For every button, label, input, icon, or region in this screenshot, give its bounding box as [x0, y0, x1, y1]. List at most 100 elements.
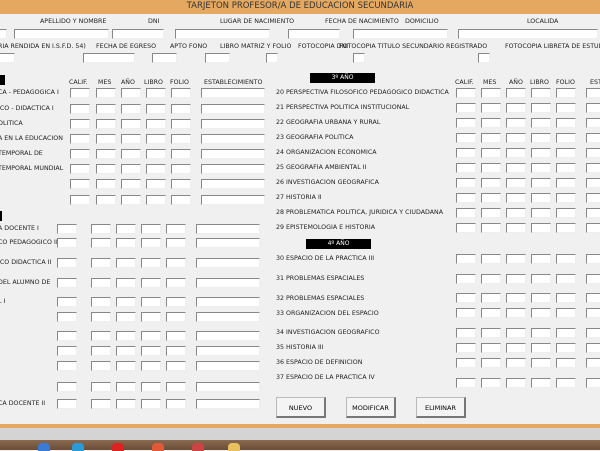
header-input[interactable] — [175, 29, 270, 39]
grade-input[interactable] — [91, 224, 111, 234]
grade-input[interactable] — [456, 103, 476, 113]
grade-input[interactable] — [116, 382, 136, 392]
grade-input[interactable] — [201, 88, 265, 98]
grade-input[interactable] — [481, 223, 501, 233]
grade-input[interactable] — [201, 179, 265, 189]
grade-input[interactable] — [171, 134, 191, 144]
grade-input[interactable] — [531, 223, 551, 233]
grade-input[interactable] — [506, 308, 526, 318]
grade-input[interactable] — [456, 254, 476, 264]
grade-input[interactable] — [556, 208, 576, 218]
grade-input[interactable] — [171, 164, 191, 174]
grade-input[interactable] — [506, 133, 526, 143]
grade-input[interactable] — [556, 328, 576, 338]
grade-input[interactable] — [481, 358, 501, 368]
grade-input[interactable] — [166, 399, 186, 409]
grade-input[interactable] — [556, 148, 576, 158]
grade-input[interactable] — [481, 148, 501, 158]
doc-input[interactable] — [152, 53, 177, 63]
grade-input[interactable] — [166, 346, 186, 356]
grade-input[interactable] — [70, 88, 90, 98]
grade-input[interactable] — [57, 382, 77, 392]
grade-input[interactable] — [586, 308, 600, 318]
grade-input[interactable] — [141, 346, 161, 356]
grade-input[interactable] — [201, 149, 265, 159]
grade-input[interactable] — [456, 328, 476, 338]
grade-input[interactable] — [121, 164, 141, 174]
grade-input[interactable] — [121, 195, 141, 205]
grade-input[interactable] — [141, 297, 161, 307]
grade-input[interactable] — [481, 178, 501, 188]
grade-input[interactable] — [96, 104, 116, 114]
grade-input[interactable] — [586, 378, 600, 388]
grade-input[interactable] — [481, 163, 501, 173]
grade-input[interactable] — [146, 195, 166, 205]
grade-input[interactable] — [70, 119, 90, 129]
grade-input[interactable] — [121, 179, 141, 189]
grade-input[interactable] — [456, 274, 476, 284]
grade-input[interactable] — [121, 149, 141, 159]
grade-input[interactable] — [196, 278, 260, 288]
grade-input[interactable] — [456, 223, 476, 233]
grade-input[interactable] — [91, 258, 111, 268]
grade-input[interactable] — [586, 254, 600, 264]
grade-input[interactable] — [91, 361, 111, 371]
grade-input[interactable] — [91, 238, 111, 248]
grade-input[interactable] — [456, 193, 476, 203]
grade-input[interactable] — [556, 178, 576, 188]
grade-input[interactable] — [456, 343, 476, 353]
grade-input[interactable] — [506, 103, 526, 113]
grade-input[interactable] — [481, 133, 501, 143]
grade-input[interactable] — [57, 399, 77, 409]
grade-input[interactable] — [531, 103, 551, 113]
grade-input[interactable] — [70, 164, 90, 174]
grade-input[interactable] — [586, 118, 600, 128]
grade-input[interactable] — [556, 254, 576, 264]
grade-input[interactable] — [91, 331, 111, 341]
grade-input[interactable] — [456, 148, 476, 158]
grade-input[interactable] — [586, 88, 600, 98]
grade-input[interactable] — [91, 346, 111, 356]
grade-input[interactable] — [481, 274, 501, 284]
grade-input[interactable] — [531, 308, 551, 318]
grade-input[interactable] — [531, 163, 551, 173]
grade-input[interactable] — [556, 308, 576, 318]
grade-input[interactable] — [556, 378, 576, 388]
grade-input[interactable] — [146, 134, 166, 144]
grade-input[interactable] — [57, 361, 77, 371]
grade-input[interactable] — [171, 88, 191, 98]
grade-input[interactable] — [456, 178, 476, 188]
doc-input[interactable] — [205, 53, 230, 63]
grade-input[interactable] — [96, 149, 116, 159]
grade-input[interactable] — [166, 278, 186, 288]
grade-input[interactable] — [586, 328, 600, 338]
grade-input[interactable] — [456, 163, 476, 173]
grade-input[interactable] — [531, 328, 551, 338]
grade-input[interactable] — [70, 179, 90, 189]
grade-input[interactable] — [456, 88, 476, 98]
new-button[interactable]: NUEVO — [276, 397, 326, 418]
grade-input[interactable] — [556, 274, 576, 284]
grade-input[interactable] — [586, 178, 600, 188]
grade-input[interactable] — [506, 208, 526, 218]
grade-input[interactable] — [70, 195, 90, 205]
grade-input[interactable] — [91, 399, 111, 409]
grade-input[interactable] — [141, 361, 161, 371]
grade-input[interactable] — [91, 278, 111, 288]
grade-input[interactable] — [531, 133, 551, 143]
grade-input[interactable] — [556, 88, 576, 98]
grade-input[interactable] — [506, 223, 526, 233]
grade-input[interactable] — [506, 148, 526, 158]
grade-input[interactable] — [586, 343, 600, 353]
grade-input[interactable] — [166, 238, 186, 248]
grade-input[interactable] — [116, 258, 136, 268]
grade-input[interactable] — [506, 193, 526, 203]
grade-input[interactable] — [201, 134, 265, 144]
grade-input[interactable] — [456, 293, 476, 303]
grade-input[interactable] — [57, 346, 77, 356]
grade-input[interactable] — [116, 361, 136, 371]
grade-input[interactable] — [481, 293, 501, 303]
grade-input[interactable] — [171, 179, 191, 189]
grade-input[interactable] — [456, 118, 476, 128]
grade-input[interactable] — [531, 118, 551, 128]
